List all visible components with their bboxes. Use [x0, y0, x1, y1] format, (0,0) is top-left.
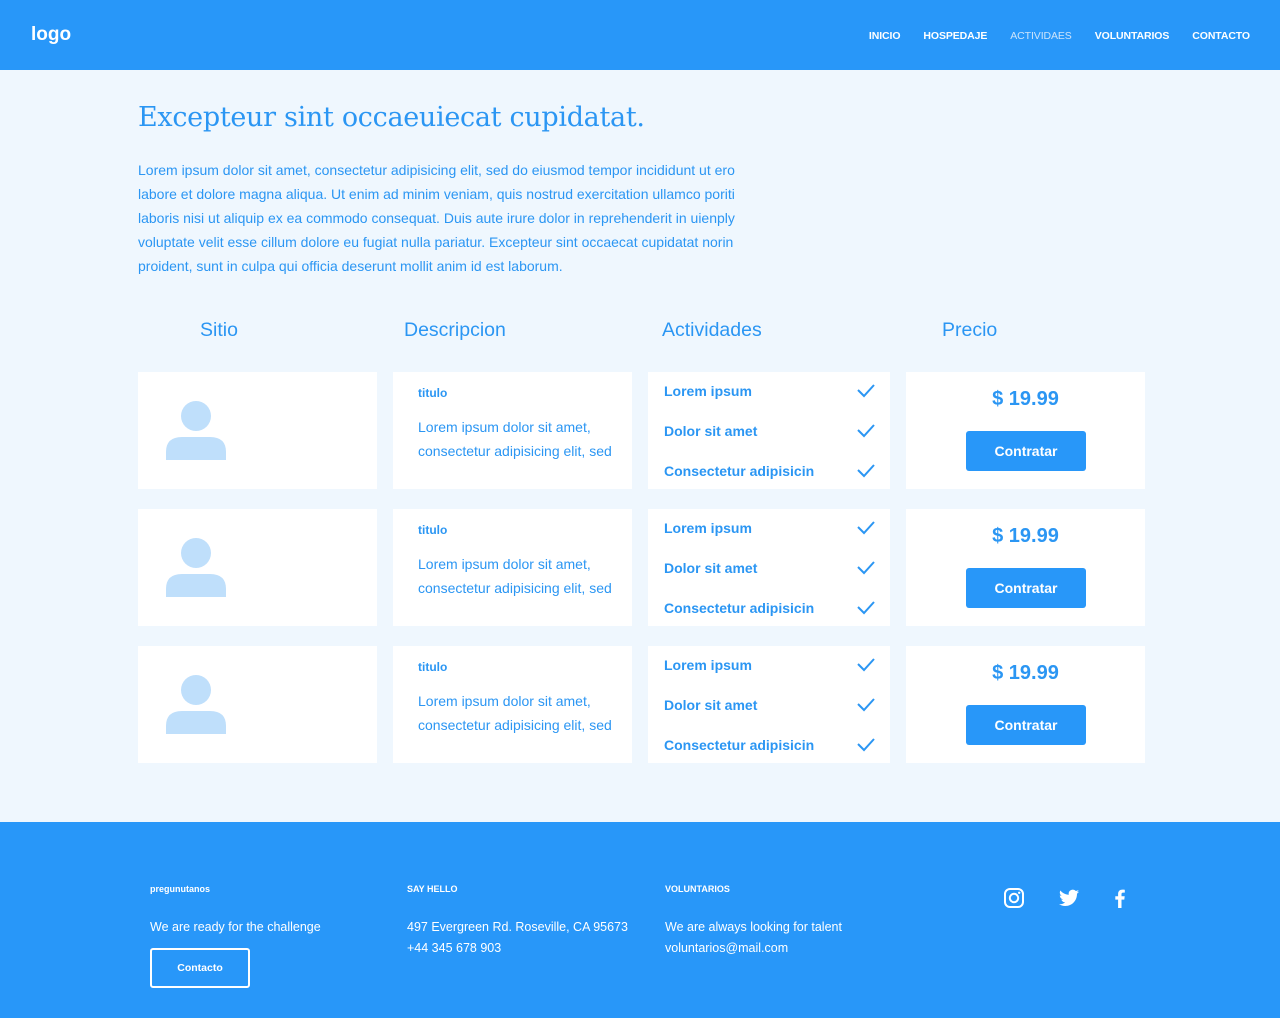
footer-phone[interactable]: +44 345 678 903	[407, 940, 501, 956]
site-card	[138, 372, 377, 489]
page-title: Excepteur sint occaeuiecat cupidatat.	[138, 102, 645, 133]
check-icon	[857, 561, 875, 575]
price-label: $ 19.99	[992, 388, 1059, 410]
card-description: Lorem ipsum dolor sit amet, consectetur …	[418, 556, 612, 596]
activities-card: Lorem ipsum Dolor sit amet Consectetur a…	[648, 372, 890, 489]
user-avatar-icon	[166, 675, 226, 734]
twitter-icon[interactable]	[1058, 887, 1080, 909]
check-icon	[857, 738, 875, 752]
footer-tagline: We are ready for the challenge	[150, 920, 321, 934]
card-description: Lorem ipsum dolor sit amet, consectetur …	[418, 419, 612, 459]
check-icon	[857, 384, 875, 398]
site-card	[138, 646, 377, 763]
nav-hospedaje[interactable]: HOSPEDAJE	[923, 29, 987, 43]
footer-volunteer-text: We are always looking for talent	[665, 920, 842, 934]
card-description: Lorem ipsum dolor sit amet, consectetur …	[418, 693, 612, 733]
activity-item: Dolor sit amet	[664, 423, 758, 439]
check-icon	[857, 424, 875, 438]
column-header-descripcion: Descripcion	[404, 319, 506, 341]
contratar-button[interactable]: Contratar	[966, 705, 1086, 745]
price-label: $ 19.99	[992, 525, 1059, 547]
nav-voluntarios[interactable]: VOLUNTARIOS	[1095, 29, 1170, 43]
card-title: titulo	[418, 386, 448, 400]
site-footer: pregunutanos We are ready for the challe…	[0, 822, 1280, 1018]
activities-card: Lorem ipsum Dolor sit amet Consectetur a…	[648, 509, 890, 626]
contratar-button[interactable]: Contratar	[966, 568, 1086, 608]
site-card	[138, 509, 377, 626]
footer-heading-voluntarios: VOLUNTARIOS	[665, 884, 730, 894]
check-icon	[857, 658, 875, 672]
description-card: titulo Lorem ipsum dolor sit amet, conse…	[393, 646, 632, 763]
activity-item: Consectetur adipisicin	[664, 463, 815, 479]
facebook-icon[interactable]	[1109, 887, 1131, 909]
main-nav: INICIO HOSPEDAJE ACTIVIDAES VOLUNTARIOS …	[869, 29, 1250, 43]
column-header-precio: Precio	[942, 319, 998, 341]
user-avatar-icon	[166, 401, 226, 460]
card-title: titulo	[418, 660, 448, 674]
contratar-button[interactable]: Contratar	[966, 431, 1086, 471]
site-header: logo INICIO HOSPEDAJE ACTIVIDAES VOLUNTA…	[0, 0, 1280, 70]
nav-inicio[interactable]: INICIO	[869, 29, 901, 43]
price-label: $ 19.99	[992, 662, 1059, 684]
column-header-actividades: Actividades	[662, 319, 762, 341]
activity-item: Consectetur adipisicin	[664, 600, 815, 616]
activity-item: Lorem ipsum	[664, 520, 752, 536]
check-icon	[857, 464, 875, 478]
activity-item: Dolor sit amet	[664, 560, 758, 576]
card-title: titulo	[418, 523, 448, 537]
footer-heading-say-hello: SAY HELLO	[407, 884, 458, 894]
price-card: $ 19.99 Contratar	[906, 372, 1145, 489]
price-card: $ 19.99 Contratar	[906, 509, 1145, 626]
intro-paragraph: Lorem ipsum dolor sit amet, consectetur …	[138, 162, 735, 274]
check-icon	[857, 601, 875, 615]
footer-heading-preguntanos: pregunutanos	[150, 884, 210, 894]
activity-item: Consectetur adipisicin	[664, 737, 815, 753]
footer-email[interactable]: voluntarios@mail.com	[665, 940, 788, 956]
footer-address: 497 Evergreen Rd. Roseville, CA 95673	[407, 920, 628, 934]
activity-item: Lorem ipsum	[664, 657, 752, 673]
description-card: titulo Lorem ipsum dolor sit amet, conse…	[393, 509, 632, 626]
logo[interactable]: logo	[31, 23, 71, 47]
column-header-sitio: Sitio	[200, 319, 238, 341]
instagram-icon[interactable]	[1003, 887, 1025, 909]
description-card: titulo Lorem ipsum dolor sit amet, conse…	[393, 372, 632, 489]
price-card: $ 19.99 Contratar	[906, 646, 1145, 763]
activities-card: Lorem ipsum Dolor sit amet Consectetur a…	[648, 646, 890, 763]
activity-item: Dolor sit amet	[664, 697, 758, 713]
activity-item: Lorem ipsum	[664, 383, 752, 399]
nav-contacto[interactable]: CONTACTO	[1192, 29, 1250, 43]
check-icon	[857, 698, 875, 712]
contacto-button[interactable]: Contacto	[150, 948, 250, 988]
check-icon	[857, 521, 875, 535]
nav-actividades[interactable]: ACTIVIDAES	[1010, 29, 1072, 43]
user-avatar-icon	[166, 538, 226, 597]
